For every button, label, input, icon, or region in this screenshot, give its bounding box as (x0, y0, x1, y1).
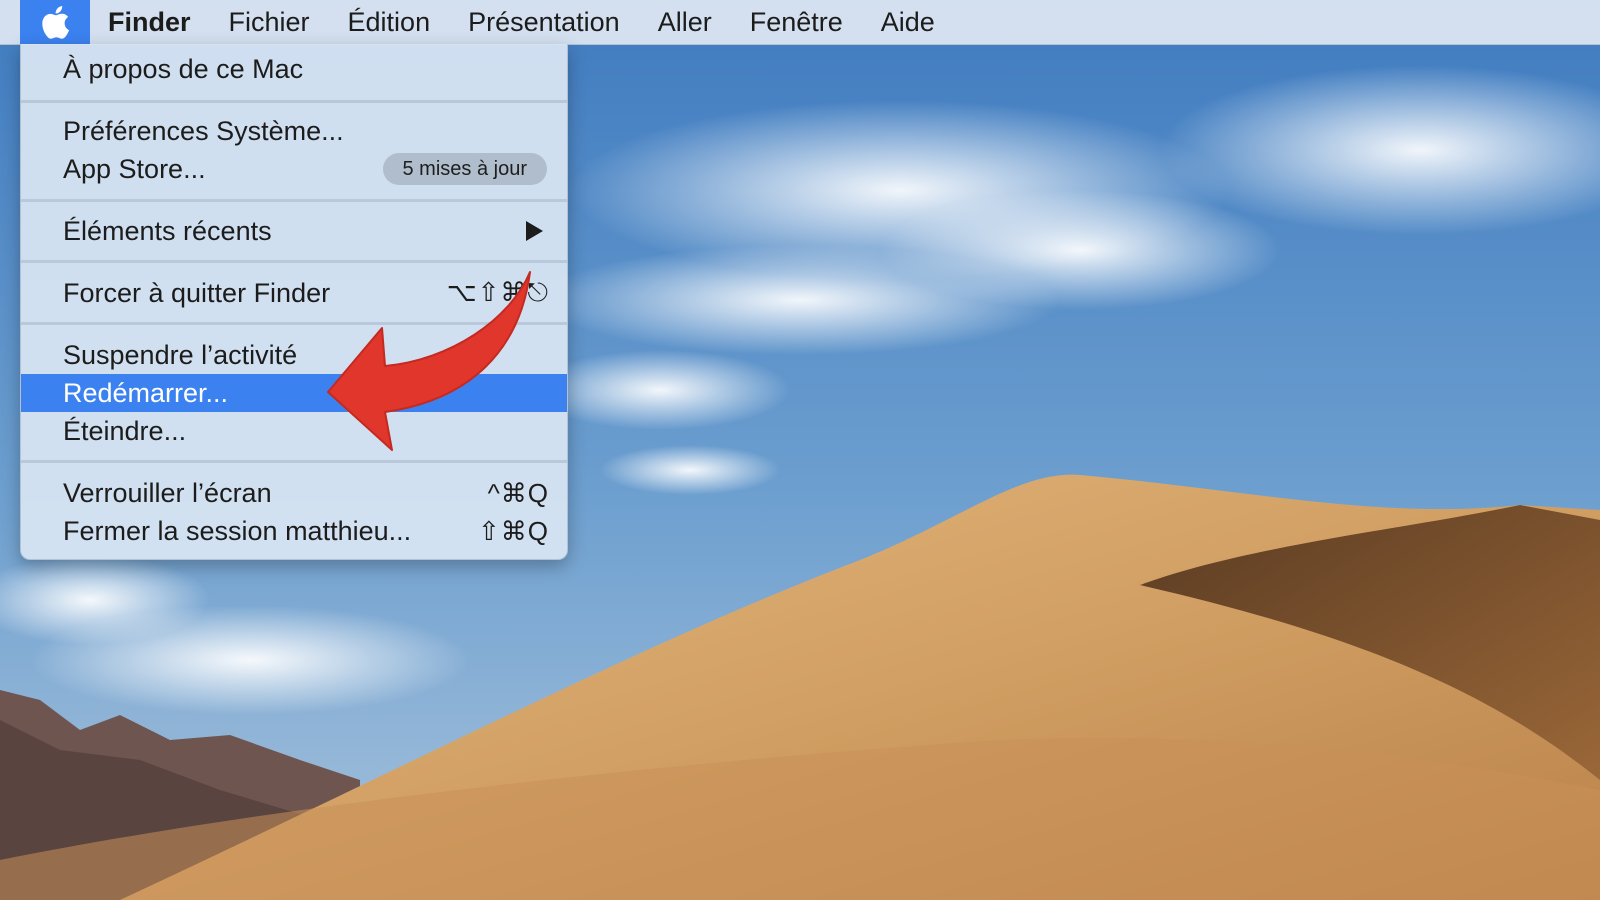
menu-item-shutdown[interactable]: Éteindre... (21, 412, 567, 450)
menu-item-label: Éteindre... (63, 415, 187, 446)
menu-separator (21, 460, 567, 463)
menu-item-label: Suspendre l’activité (63, 339, 298, 370)
menu-separator (21, 100, 567, 103)
menu-bar: Finder Fichier Édition Présentation Alle… (0, 0, 1600, 45)
keyboard-shortcut: ^⌘Q (487, 477, 549, 508)
menu-item-restart[interactable]: Redémarrer... (21, 374, 567, 412)
menubar-item-fenetre[interactable]: Fenêtre (750, 0, 843, 44)
menu-item-lock-screen[interactable]: Verrouiller l’écran ^⌘Q (21, 474, 567, 512)
menu-separator (21, 322, 567, 325)
menu-separator (21, 199, 567, 202)
menubar-app-name[interactable]: Finder (108, 0, 191, 44)
menu-item-label: Éléments récents (63, 215, 272, 246)
menu-item-sleep[interactable]: Suspendre l’activité (21, 336, 567, 374)
menubar-item-aller[interactable]: Aller (658, 0, 712, 44)
menubar-item-edition[interactable]: Édition (348, 0, 431, 44)
menu-item-label: Redémarrer... (63, 377, 229, 408)
menubar-item-fichier[interactable]: Fichier (229, 0, 310, 44)
updates-badge: 5 mises à jour (382, 153, 547, 185)
menu-item-system-preferences[interactable]: Préférences Système... (21, 112, 567, 150)
menu-item-recent-items[interactable]: Éléments récents (21, 212, 567, 250)
menu-item-about[interactable]: À propos de ce Mac (21, 50, 567, 88)
menu-item-label: Préférences Système... (63, 115, 344, 146)
menu-item-logout[interactable]: Fermer la session matthieu... ⇧⌘Q (21, 512, 567, 550)
menu-item-label: App Store... (63, 153, 206, 184)
submenu-arrow-icon (526, 221, 543, 241)
apple-logo-icon (42, 6, 70, 39)
menu-item-label: À propos de ce Mac (63, 53, 304, 84)
apple-menu-button[interactable] (20, 0, 90, 44)
menu-item-label: Fermer la session matthieu... (63, 515, 412, 546)
menu-item-label: Verrouiller l’écran (63, 477, 272, 508)
apple-menu-dropdown: À propos de ce Mac Préférences Système..… (20, 44, 568, 560)
menubar-item-presentation[interactable]: Présentation (468, 0, 620, 44)
keyboard-shortcut: ⌥⇧⌘⎋ (446, 277, 549, 307)
menu-item-label: Forcer à quitter Finder (63, 277, 331, 308)
menubar-item-aide[interactable]: Aide (881, 0, 935, 44)
menu-separator (21, 260, 567, 263)
menu-item-app-store[interactable]: App Store... 5 mises à jour (21, 150, 567, 188)
keyboard-shortcut: ⇧⌘Q (477, 515, 549, 546)
menu-item-force-quit[interactable]: Forcer à quitter Finder ⌥⇧⌘⎋ (21, 274, 567, 312)
